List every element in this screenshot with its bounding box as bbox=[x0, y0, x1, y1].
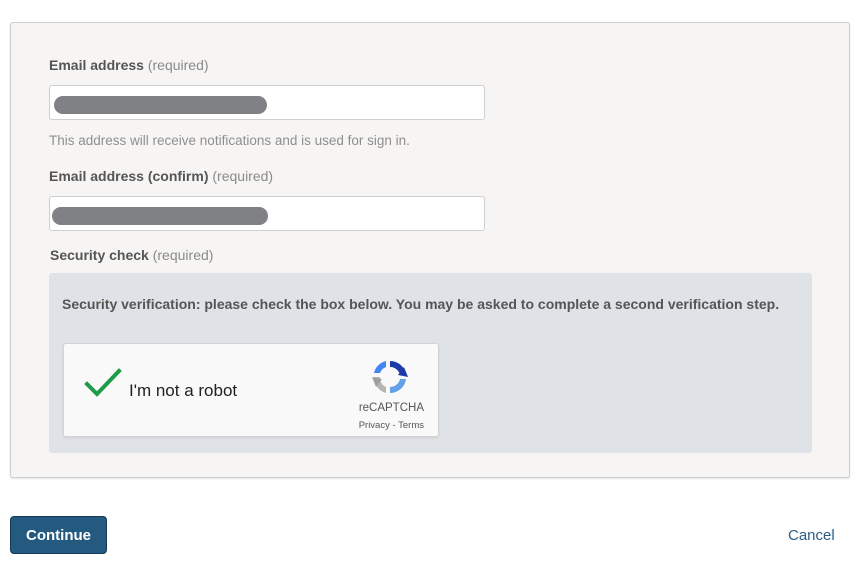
recaptcha-widget[interactable]: I'm not a robot reCAPTCHA Privacy - Term… bbox=[63, 343, 439, 437]
email-confirm-label: Email address (confirm) (required) bbox=[49, 168, 273, 184]
email-confirm-label-text: Email address (confirm) bbox=[49, 168, 209, 184]
cancel-link[interactable]: Cancel bbox=[788, 527, 835, 544]
recaptcha-link-separator: - bbox=[389, 420, 399, 431]
email-hint: This address will receive notifications … bbox=[49, 133, 410, 148]
not-a-robot-label: I'm not a robot bbox=[129, 381, 238, 400]
recaptcha-terms-link[interactable]: Terms bbox=[398, 420, 424, 431]
security-check-required-tag: (required) bbox=[152, 247, 214, 263]
security-check-label-text: Security check bbox=[50, 247, 149, 263]
security-verification-box: Security verification: please check the … bbox=[49, 273, 812, 453]
redacted-email-confirm-value bbox=[52, 207, 268, 225]
email-label: Email address (required) bbox=[49, 57, 209, 73]
email-required-tag: (required) bbox=[147, 57, 209, 73]
signup-form-panel: Email address (required) This address wi… bbox=[10, 22, 850, 478]
security-verification-message: Security verification: please check the … bbox=[62, 296, 780, 312]
email-confirm-input[interactable] bbox=[49, 196, 485, 231]
email-input[interactable] bbox=[49, 85, 485, 120]
recaptcha-logo-icon bbox=[370, 357, 410, 402]
email-label-text: Email address bbox=[49, 57, 144, 73]
checkmark-icon[interactable] bbox=[84, 368, 122, 403]
redacted-email-value bbox=[54, 96, 267, 114]
recaptcha-brand: reCAPTCHA bbox=[358, 402, 424, 414]
security-check-label: Security check (required) bbox=[50, 247, 213, 263]
recaptcha-links: Privacy - Terms bbox=[359, 420, 424, 431]
recaptcha-privacy-link[interactable]: Privacy bbox=[359, 420, 390, 431]
continue-button[interactable]: Continue bbox=[10, 516, 107, 554]
email-confirm-required-tag: (required) bbox=[212, 168, 274, 184]
